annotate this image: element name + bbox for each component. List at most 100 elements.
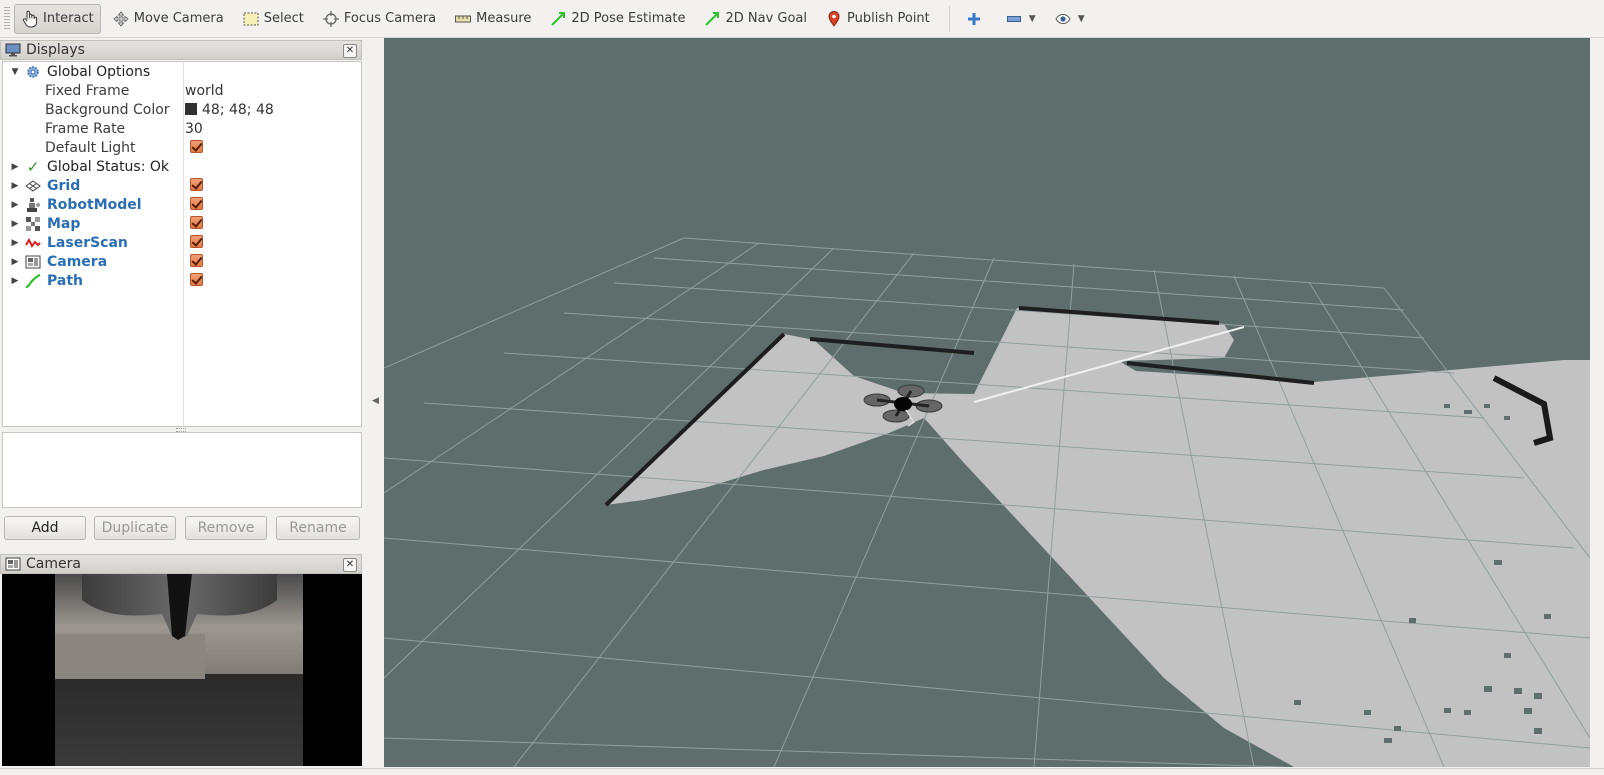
- tree-row-global-options[interactable]: ▼ Global Options: [3, 62, 361, 81]
- tree-row-fixed-frame[interactable]: Fixed Frame world: [3, 81, 361, 100]
- remove-minus-icon: [1005, 10, 1023, 28]
- path-display-label: Path: [47, 272, 83, 289]
- camera-image: [2, 574, 362, 766]
- panels-visibility-dropdown[interactable]: ▼: [1047, 4, 1092, 34]
- map-icon: [25, 216, 41, 232]
- expand-arrow-icon[interactable]: ▼: [10, 67, 20, 77]
- frame-rate-label: Frame Rate: [45, 120, 126, 137]
- camera-display-label: Camera: [47, 253, 108, 270]
- tree-row-background-color[interactable]: Background Color 48; 48; 48: [3, 100, 361, 119]
- laser-scan-icon: [25, 235, 41, 251]
- display-description-box: [2, 432, 362, 508]
- expand-arrow-icon[interactable]: ▶: [10, 276, 20, 286]
- hand-pointer-icon: [21, 10, 39, 28]
- expand-arrow-icon[interactable]: ▶: [10, 257, 20, 267]
- toolbar-grip[interactable]: [4, 6, 10, 31]
- tree-row-path[interactable]: ▶ Path: [3, 271, 361, 290]
- tree-row-global-status[interactable]: ▶ ✓ Global Status: Ok: [3, 157, 361, 176]
- move-arrows-icon: [112, 10, 130, 28]
- path-icon: [25, 273, 41, 289]
- monitor-icon: [5, 43, 21, 57]
- chevron-down-icon: ▼: [1077, 13, 1085, 24]
- default-light-label: Default Light: [45, 139, 136, 156]
- 2d-nav-goal-label: 2D Nav Goal: [725, 11, 808, 26]
- default-light-checkbox[interactable]: [190, 140, 203, 153]
- robotmodel-enabled-checkbox[interactable]: [190, 197, 203, 210]
- publish-point-tool-button[interactable]: Publish Point: [818, 4, 937, 34]
- close-icon[interactable]: ✕: [343, 558, 357, 572]
- measure-label: Measure: [476, 11, 532, 26]
- toolbar-separator: [948, 5, 950, 32]
- tree-row-robotmodel[interactable]: ▶ RobotModel: [3, 195, 361, 214]
- camera-enabled-checkbox[interactable]: [190, 254, 203, 267]
- displays-panel-title: Displays: [26, 42, 85, 58]
- 2d-pose-estimate-tool-button[interactable]: 2D Pose Estimate: [542, 4, 692, 34]
- robot-icon: [25, 197, 41, 213]
- tree-row-frame-rate[interactable]: Frame Rate 30: [3, 119, 361, 138]
- green-arrow-icon: [549, 10, 567, 28]
- grid-enabled-checkbox[interactable]: [190, 178, 203, 191]
- tree-row-grid[interactable]: ▶ Grid: [3, 176, 361, 195]
- select-tool-button[interactable]: Select: [235, 4, 311, 34]
- 3d-render-viewport[interactable]: [384, 38, 1590, 767]
- add-plus-icon: [965, 10, 983, 28]
- color-swatch: [185, 102, 197, 115]
- grid-display-label: Grid: [47, 177, 81, 194]
- global-status-label: Global Status: Ok: [47, 158, 170, 175]
- rename-display-button[interactable]: Rename: [276, 516, 360, 540]
- collapse-left-arrow-icon[interactable]: ◀: [372, 396, 379, 406]
- expand-arrow-icon[interactable]: ▶: [10, 162, 20, 172]
- focus-camera-tool-button[interactable]: Focus Camera: [315, 4, 443, 34]
- displays-tree[interactable]: ▼ Global Options Fixed Frame world Backg…: [2, 61, 362, 427]
- main-toolbar: Interact Move Camera Select Focus Camera…: [0, 0, 1604, 38]
- robotmodel-display-label: RobotModel: [47, 196, 142, 213]
- camera-icon: [25, 254, 41, 270]
- close-icon[interactable]: ✕: [343, 44, 357, 58]
- tree-row-default-light[interactable]: Default Light: [3, 138, 361, 157]
- laserscan-enabled-checkbox[interactable]: [190, 235, 203, 248]
- camera-icon: [5, 557, 21, 571]
- tree-row-laserscan[interactable]: ▶ LaserScan: [3, 233, 361, 252]
- select-label: Select: [263, 11, 304, 26]
- fixed-frame-value[interactable]: world: [185, 83, 224, 99]
- chevron-down-icon: ▼: [1028, 13, 1036, 24]
- frame-rate-value[interactable]: 30: [185, 121, 203, 137]
- publish-point-label: Publish Point: [847, 11, 930, 26]
- interact-label: Interact: [43, 11, 94, 26]
- expand-arrow-icon[interactable]: ▶: [10, 238, 20, 248]
- tree-row-camera[interactable]: ▶ Camera: [3, 252, 361, 271]
- crosshair-icon: [322, 10, 340, 28]
- camera-image-view[interactable]: [2, 574, 362, 766]
- move-camera-tool-button[interactable]: Move Camera: [105, 4, 231, 34]
- background-color-value-cell[interactable]: 48; 48; 48: [185, 102, 274, 118]
- selection-box-icon: [242, 10, 260, 28]
- background-color-label: Background Color: [45, 101, 170, 118]
- remove-tool-dropdown[interactable]: ▼: [998, 4, 1043, 34]
- expand-arrow-icon[interactable]: ▶: [10, 200, 20, 210]
- 2d-pose-estimate-label: 2D Pose Estimate: [571, 11, 686, 26]
- global-options-label: Global Options: [47, 63, 151, 80]
- 2d-nav-goal-tool-button[interactable]: 2D Nav Goal: [696, 4, 814, 34]
- eye-icon: [1054, 10, 1072, 28]
- expand-arrow-icon[interactable]: ▶: [10, 219, 20, 229]
- 3d-scene: [384, 38, 1590, 767]
- gear-icon: [25, 64, 41, 80]
- camera-panel-header: Camera ✕: [0, 554, 362, 574]
- background-color-value: 48; 48; 48: [202, 101, 274, 118]
- remove-display-button[interactable]: Remove: [185, 516, 267, 540]
- map-enabled-checkbox[interactable]: [190, 216, 203, 229]
- expand-arrow-icon[interactable]: ▶: [10, 181, 20, 191]
- add-display-button[interactable]: Add: [4, 516, 86, 540]
- path-enabled-checkbox[interactable]: [190, 273, 203, 286]
- duplicate-display-button[interactable]: Duplicate: [94, 516, 176, 540]
- grid-icon: [25, 178, 41, 194]
- laserscan-display-label: LaserScan: [47, 234, 128, 251]
- tree-row-map[interactable]: ▶ Map: [3, 214, 361, 233]
- measure-tool-button[interactable]: Measure: [447, 4, 538, 34]
- interact-tool-button[interactable]: Interact: [14, 3, 101, 34]
- green-arrow-icon: [703, 10, 721, 28]
- add-tool-button[interactable]: [958, 4, 994, 34]
- move-camera-label: Move Camera: [133, 11, 224, 26]
- right-dock-strip: [1590, 38, 1604, 767]
- displays-panel-header: Displays ✕: [0, 40, 362, 60]
